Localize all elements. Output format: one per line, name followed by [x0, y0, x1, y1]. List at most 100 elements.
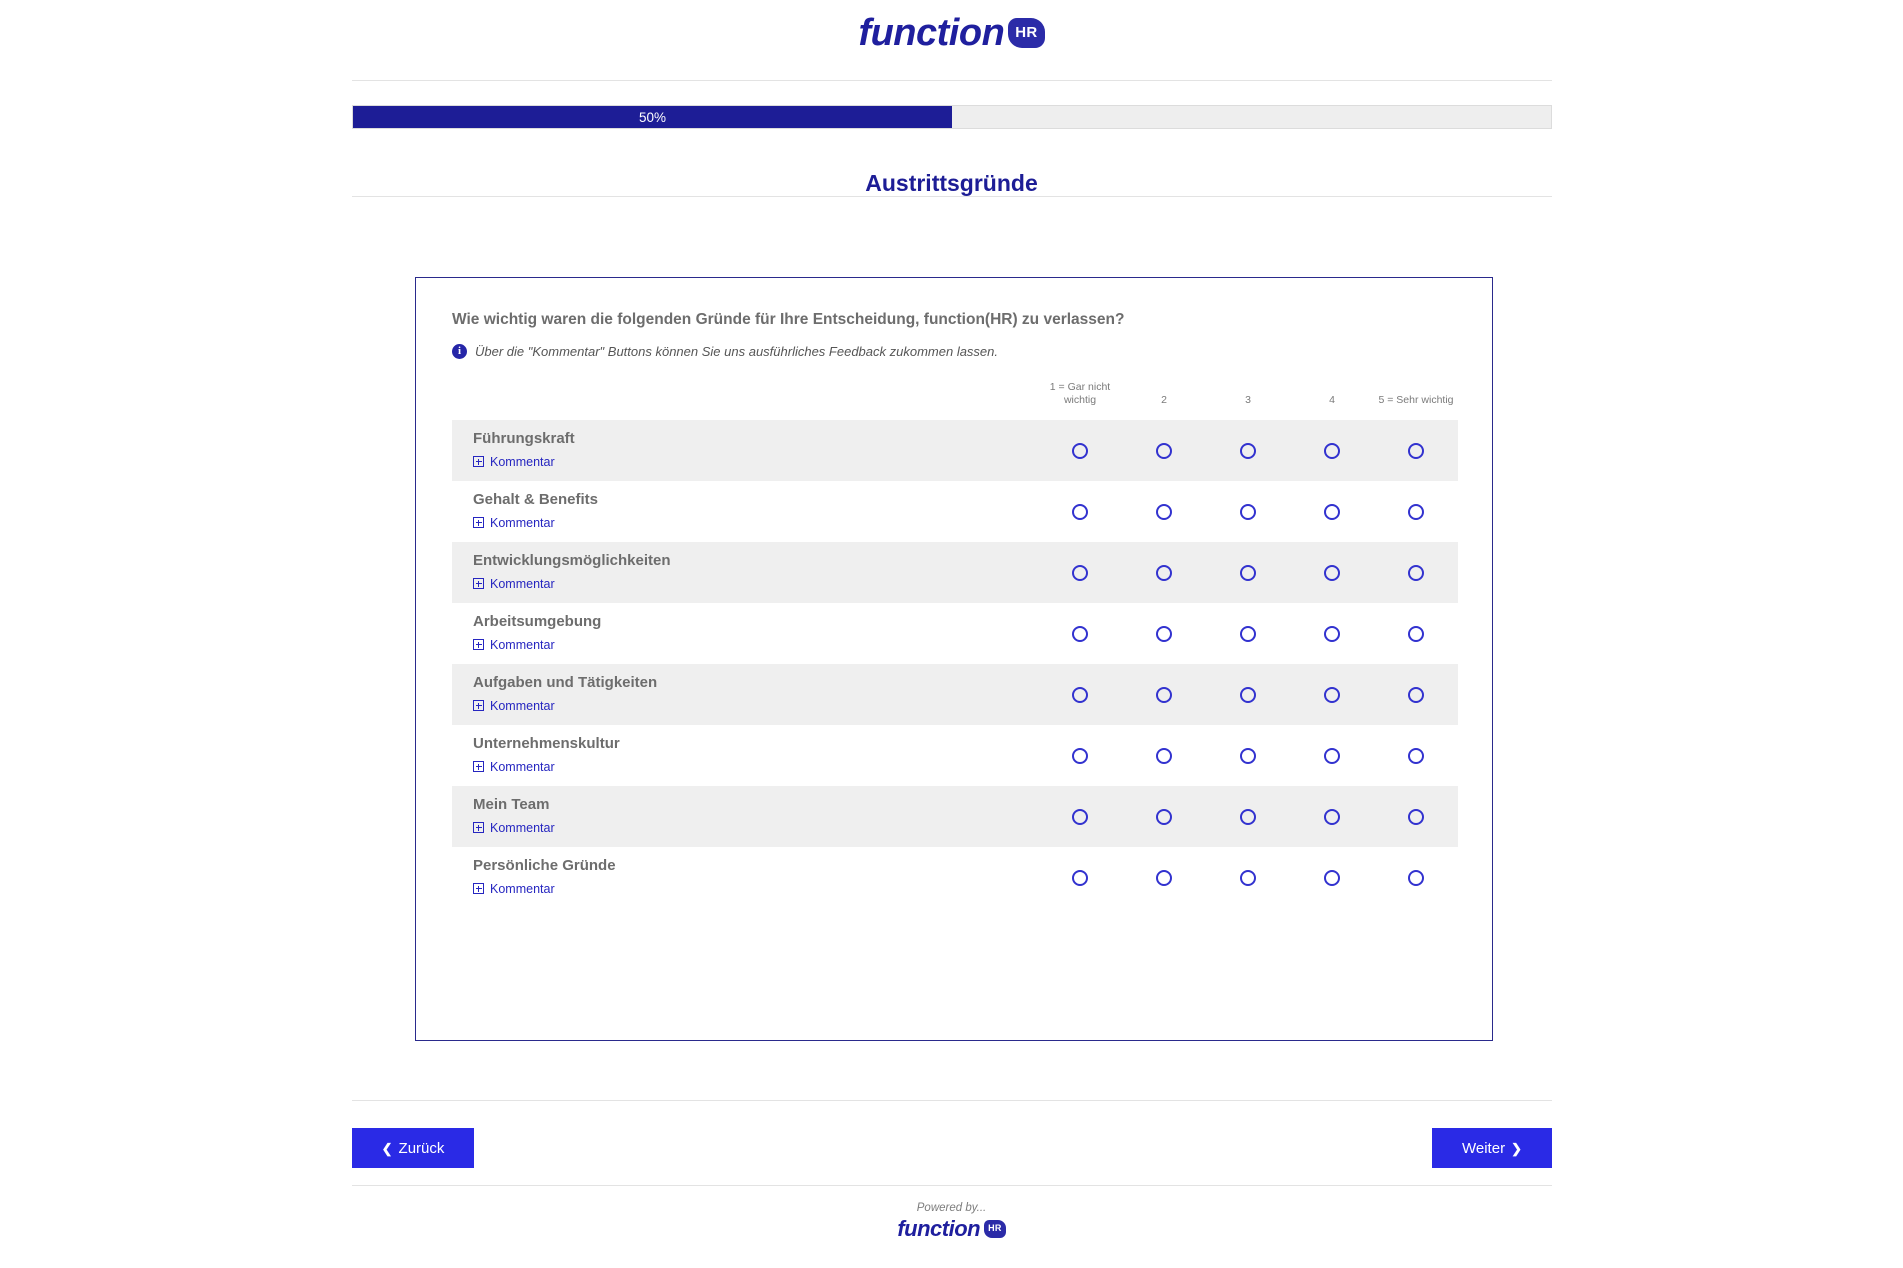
rating-cell-1[interactable] [1038, 603, 1122, 665]
radio-option-2[interactable] [1156, 747, 1172, 764]
comment-button[interactable]: Kommentar [473, 638, 555, 652]
rating-cell-3[interactable] [1206, 664, 1290, 726]
rating-cell-5[interactable] [1374, 603, 1458, 665]
radio-option-5[interactable] [1408, 747, 1424, 764]
rating-cell-5[interactable] [1374, 664, 1458, 726]
radio-option-1[interactable] [1072, 808, 1088, 825]
survey-page: function HR 50% Austrittsgründe Wie wich… [0, 0, 1903, 1268]
radio-option-4[interactable] [1324, 869, 1340, 886]
rating-cell-3[interactable] [1206, 603, 1290, 665]
radio-option-2[interactable] [1156, 503, 1172, 520]
comment-button[interactable]: Kommentar [473, 516, 555, 530]
rating-cell-1[interactable] [1038, 481, 1122, 543]
rating-cell-1[interactable] [1038, 786, 1122, 848]
rating-cell-4[interactable] [1290, 603, 1374, 665]
rating-cell-5[interactable] [1374, 786, 1458, 848]
radio-option-2[interactable] [1156, 625, 1172, 642]
rating-cell-1[interactable] [1038, 420, 1122, 482]
radio-option-3[interactable] [1240, 442, 1256, 459]
radio-option-4[interactable] [1324, 503, 1340, 520]
progress-bar: 50% [352, 105, 1552, 129]
comment-button[interactable]: Kommentar [473, 455, 555, 469]
radio-option-5[interactable] [1408, 564, 1424, 581]
radio-option-1[interactable] [1072, 503, 1088, 520]
header-logo: function HR [0, 14, 1903, 52]
row-label-cell: Entwicklungsmöglichkeiten Kommentar [452, 542, 1038, 604]
rating-cell-4[interactable] [1290, 420, 1374, 482]
radio-option-5[interactable] [1408, 869, 1424, 886]
rating-cell-3[interactable] [1206, 542, 1290, 604]
radio-option-4[interactable] [1324, 686, 1340, 703]
radio-option-2[interactable] [1156, 564, 1172, 581]
radio-option-5[interactable] [1408, 686, 1424, 703]
rating-cell-1[interactable] [1038, 542, 1122, 604]
rating-cell-4[interactable] [1290, 481, 1374, 543]
rating-cell-2[interactable] [1122, 664, 1206, 726]
comment-button[interactable]: Kommentar [473, 577, 555, 591]
radio-option-2[interactable] [1156, 869, 1172, 886]
row-title: Gehalt & Benefits [473, 490, 599, 508]
rating-cell-5[interactable] [1374, 420, 1458, 482]
radio-option-4[interactable] [1324, 625, 1340, 642]
rating-cell-5[interactable] [1374, 725, 1458, 787]
rating-cell-2[interactable] [1122, 542, 1206, 604]
rating-cell-1[interactable] [1038, 847, 1122, 909]
rating-cell-4[interactable] [1290, 847, 1374, 909]
radio-option-3[interactable] [1240, 747, 1256, 764]
logo-hr-badge: HR [1008, 18, 1045, 48]
radio-option-2[interactable] [1156, 686, 1172, 703]
radio-option-2[interactable] [1156, 808, 1172, 825]
radio-option-4[interactable] [1324, 747, 1340, 764]
rating-cell-3[interactable] [1206, 847, 1290, 909]
rating-cell-1[interactable] [1038, 725, 1122, 787]
radio-option-3[interactable] [1240, 625, 1256, 642]
rating-cell-3[interactable] [1206, 725, 1290, 787]
radio-option-4[interactable] [1324, 564, 1340, 581]
radio-option-5[interactable] [1408, 503, 1424, 520]
radio-option-1[interactable] [1072, 564, 1088, 581]
radio-option-4[interactable] [1324, 808, 1340, 825]
row-title: Führungskraft [473, 429, 575, 447]
comment-label: Kommentar [490, 820, 555, 835]
radio-option-5[interactable] [1408, 442, 1424, 459]
next-button[interactable]: Weiter ❯ [1432, 1128, 1552, 1168]
radio-option-1[interactable] [1072, 625, 1088, 642]
comment-button[interactable]: Kommentar [473, 760, 555, 774]
comment-button[interactable]: Kommentar [473, 882, 555, 896]
comment-button[interactable]: Kommentar [473, 699, 555, 713]
rating-cell-5[interactable] [1374, 481, 1458, 543]
radio-option-1[interactable] [1072, 869, 1088, 886]
radio-option-4[interactable] [1324, 442, 1340, 459]
rating-cell-5[interactable] [1374, 847, 1458, 909]
radio-option-1[interactable] [1072, 442, 1088, 459]
rating-cell-2[interactable] [1122, 725, 1206, 787]
rating-cell-1[interactable] [1038, 664, 1122, 726]
rating-cell-2[interactable] [1122, 420, 1206, 482]
radio-option-3[interactable] [1240, 808, 1256, 825]
radio-option-3[interactable] [1240, 869, 1256, 886]
back-button[interactable]: ❮ Zurück [352, 1128, 474, 1168]
rating-cell-4[interactable] [1290, 725, 1374, 787]
radio-option-5[interactable] [1408, 625, 1424, 642]
radio-option-3[interactable] [1240, 564, 1256, 581]
rating-cell-2[interactable] [1122, 481, 1206, 543]
rating-cell-3[interactable] [1206, 420, 1290, 482]
radio-option-5[interactable] [1408, 808, 1424, 825]
rating-cell-5[interactable] [1374, 542, 1458, 604]
rating-cell-4[interactable] [1290, 664, 1374, 726]
radio-option-2[interactable] [1156, 442, 1172, 459]
rating-cell-4[interactable] [1290, 786, 1374, 848]
table-row: Mein Team Kommentar [452, 786, 1458, 848]
rating-cell-2[interactable] [1122, 603, 1206, 665]
radio-option-3[interactable] [1240, 503, 1256, 520]
functionhr-logo: function HR [858, 14, 1045, 52]
radio-option-1[interactable] [1072, 747, 1088, 764]
rating-cell-3[interactable] [1206, 481, 1290, 543]
comment-button[interactable]: Kommentar [473, 821, 555, 835]
rating-cell-4[interactable] [1290, 542, 1374, 604]
rating-cell-2[interactable] [1122, 786, 1206, 848]
radio-option-3[interactable] [1240, 686, 1256, 703]
rating-cell-2[interactable] [1122, 847, 1206, 909]
radio-option-1[interactable] [1072, 686, 1088, 703]
rating-cell-3[interactable] [1206, 786, 1290, 848]
